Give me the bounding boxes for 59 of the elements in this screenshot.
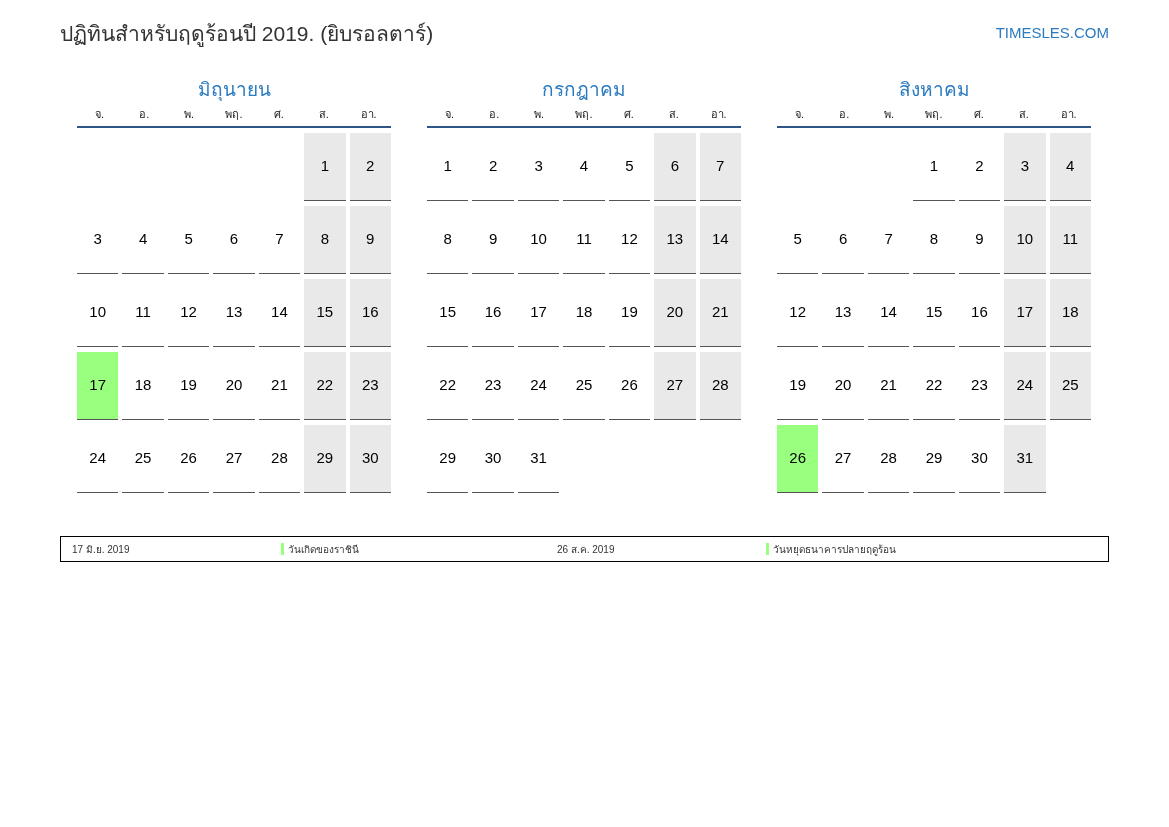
weekday-label: อา. [1059, 106, 1078, 122]
weekday-label: ศ. [272, 106, 285, 122]
day-cell: 20 [654, 279, 696, 347]
weekday-label: อ. [838, 106, 851, 122]
weekday-label: ส. [667, 106, 680, 122]
day-cell: 21 [699, 279, 741, 347]
day-cell: 1 [304, 133, 346, 201]
holiday-date: 17 มิ.ย. 2019 [71, 542, 131, 557]
day-cell: 28 [699, 352, 741, 420]
day-cell: 3 [1004, 133, 1046, 201]
weekday-label: ศ. [622, 106, 635, 122]
day-cell: 10 [1004, 206, 1046, 274]
weekday-label: จ. [443, 106, 455, 122]
day-cell: 18 [1049, 279, 1091, 347]
page-title: ปฏิทินสำหรับฤดูร้อนปี 2019. (ยิบรอลตาร์) [60, 21, 434, 49]
weekday-label: จ. [793, 106, 805, 122]
day-cell: 31 [1004, 425, 1046, 493]
holiday-date: 26 ส.ค. 2019 [556, 542, 616, 557]
weekday-label: พ. [183, 106, 196, 122]
month-title: มิถุนายน [196, 77, 272, 102]
day-cell: 9 [349, 206, 391, 274]
day-cell: 2 [349, 133, 391, 201]
day-cell: 13 [654, 206, 696, 274]
weekday-label: พ. [883, 106, 896, 122]
day-cell: 25 [1049, 352, 1091, 420]
day-cell: 22 [304, 352, 346, 420]
month-title: กรกฎาคม [541, 77, 627, 102]
day-cell: 6 [654, 133, 696, 201]
weekday-label: พฤ. [224, 106, 244, 122]
weekday-label: อ. [488, 106, 501, 122]
weekday-label: อา. [709, 106, 728, 122]
holiday-name: วันเกิดของราชินี [288, 542, 359, 557]
weekday-label: อ. [138, 106, 151, 122]
month-title: สิงหาคม [897, 77, 971, 102]
day-cell: 23 [349, 352, 391, 420]
weekday-label: ส. [317, 106, 330, 122]
day-cell: 26 [777, 425, 819, 493]
weekday-label: อา. [359, 106, 378, 122]
day-cell: 11 [1049, 206, 1091, 274]
day-cell: 8 [304, 206, 346, 274]
site-link[interactable]: TIMESLES.COM [995, 22, 1109, 45]
weekday-label: พฤ. [924, 106, 944, 122]
weekday-label: ส. [1017, 106, 1030, 122]
day-cell: 7 [699, 133, 741, 201]
day-cell: 30 [349, 425, 391, 493]
day-cell: 29 [304, 425, 346, 493]
weekday-label: พฤ. [574, 106, 594, 122]
holiday-name: วันหยุดธนาคารปลายฤดูร้อน [773, 542, 896, 557]
weekday-label: พ. [533, 106, 546, 122]
day-cell: 15 [304, 279, 346, 347]
day-cell: 17 [77, 352, 119, 420]
day-cell: 17 [1004, 279, 1046, 347]
day-cell: 14 [699, 206, 741, 274]
weekday-label: จ. [93, 106, 105, 122]
day-cell: 4 [1049, 133, 1091, 201]
day-cell: 16 [349, 279, 391, 347]
day-cell: 27 [654, 352, 696, 420]
weekday-label: ศ. [972, 106, 985, 122]
day-cell: 24 [1004, 352, 1046, 420]
